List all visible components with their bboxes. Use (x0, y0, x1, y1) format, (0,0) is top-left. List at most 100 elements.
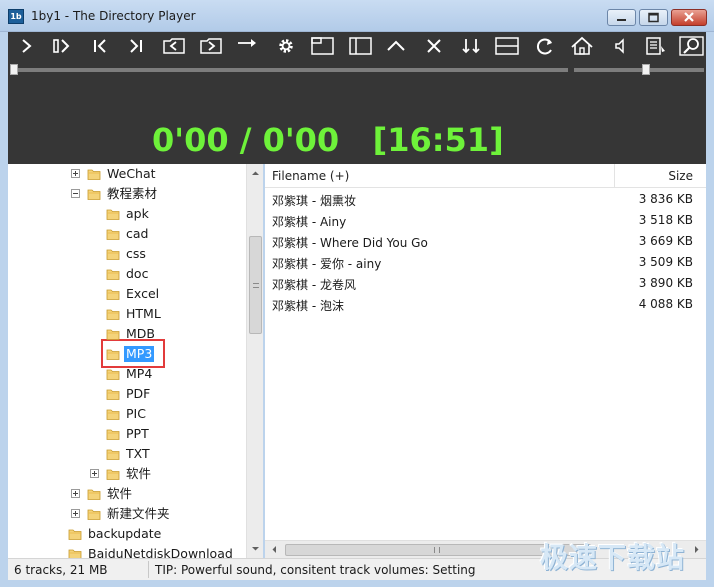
table-row[interactable]: 邓紫棋 - Ainy 3 518 KB (265, 210, 706, 231)
column-divider[interactable] (614, 164, 615, 188)
tree-item[interactable]: css (8, 244, 246, 264)
tree-item-label: cad (126, 226, 149, 241)
skip-next-button[interactable] (122, 33, 150, 59)
folder-icon (87, 167, 101, 181)
tree-item[interactable]: MP4 (8, 364, 246, 384)
volume-bar[interactable] (574, 68, 704, 72)
tree-item[interactable]: 新建文件夹 (8, 504, 246, 524)
folder-back-button[interactable] (160, 33, 188, 59)
table-row[interactable]: 邓紫棋 - 泡沫 4 088 KB (265, 294, 706, 315)
tree-item-label: apk (126, 206, 149, 221)
maximize-button[interactable] (639, 9, 668, 26)
folder-icon (106, 387, 120, 401)
play-button[interactable] (12, 33, 40, 59)
table-row[interactable]: 邓紫琪 - 烟熏妆 3 836 KB (265, 189, 706, 210)
folder-icon (106, 367, 120, 381)
tree-item[interactable]: backupdate (8, 524, 246, 544)
settings-button[interactable] (272, 33, 300, 59)
folder-icon (106, 467, 120, 481)
collapse-icon[interactable] (71, 189, 80, 198)
folder-forward-icon (200, 38, 222, 54)
folder-icon (68, 547, 82, 558)
tree-item-label: Excel (126, 286, 160, 301)
tree-item-label: PIC (126, 406, 146, 421)
scroll-up-arrow-icon[interactable] (251, 169, 260, 178)
tree-item-label: 软件 (126, 466, 152, 481)
jump-button[interactable] (234, 33, 262, 59)
folder-icon (106, 327, 120, 341)
tree-item-label: 新建文件夹 (107, 506, 170, 521)
tree-vertical-scrollbar[interactable] (246, 164, 263, 558)
close-x-icon (427, 39, 441, 53)
tree-item[interactable]: apk (8, 204, 246, 224)
split-view-icon (495, 37, 519, 55)
home-button[interactable] (568, 33, 596, 59)
folder-tree[interactable]: WeChat 教程素材 apk cad css doc Excel HTML MDB MP3 MP4… (8, 164, 263, 558)
file-list[interactable]: Filename (+) Size 邓紫琪 - 烟熏妆 3 836 KB 邓紫棋 -… (265, 164, 706, 558)
tree-item[interactable]: PIC (8, 404, 246, 424)
file-size: 4 088 KB (638, 297, 693, 311)
column-header-size[interactable]: Size (668, 169, 693, 183)
search-button[interactable] (678, 33, 706, 59)
volume-button[interactable] (606, 33, 634, 59)
expand-icon[interactable] (71, 169, 80, 178)
volume-slider-handle[interactable] (641, 64, 650, 75)
scroll-down-arrow-icon[interactable] (251, 544, 260, 553)
table-row[interactable]: 邓紫棋 - 爱你 - ainy 3 509 KB (265, 252, 706, 273)
refresh-button[interactable] (531, 33, 559, 59)
remove-button[interactable] (420, 33, 448, 59)
table-row[interactable]: 邓紫棋 - 龙卷风 3 890 KB (265, 273, 706, 294)
tree-item[interactable]: HTML (8, 304, 246, 324)
folder-forward-button[interactable] (197, 33, 225, 59)
expand-icon[interactable] (71, 509, 80, 518)
file-name: 邓紫棋 - 龙卷风 (272, 278, 356, 292)
scrollbar-thumb[interactable] (249, 236, 262, 334)
folder-icon (106, 287, 120, 301)
minimize-button[interactable] (607, 9, 636, 26)
previous-button[interactable] (86, 33, 114, 59)
tree-item[interactable]: 教程素材 (8, 184, 246, 204)
tree-item[interactable]: MDB (8, 324, 246, 344)
sort-button[interactable] (457, 33, 485, 59)
expand-icon[interactable] (71, 489, 80, 498)
tree-item-label: backupdate (88, 526, 162, 541)
folder-icon (106, 307, 120, 321)
seek-slider-handle[interactable] (10, 64, 18, 75)
file-size: 3 836 KB (638, 192, 693, 206)
tree-item[interactable]: BaiduNetdiskDownload (8, 544, 246, 558)
file-size: 3 890 KB (638, 276, 693, 290)
track-summary: 6 tracks, 21 MB (14, 563, 108, 577)
sidebar-toggle-button[interactable] (346, 33, 374, 59)
minimize-icon (617, 19, 626, 21)
tree-item[interactable]: 软件 (8, 484, 246, 504)
table-row[interactable]: 邓紫棋 - Where Did You Go 3 669 KB (265, 231, 706, 252)
tree-item[interactable]: PDF (8, 384, 246, 404)
split-view-button[interactable] (493, 33, 521, 59)
tree-item[interactable]: doc (8, 264, 246, 284)
player-panel: 0'00 / 0'00 [16:51] (8, 32, 706, 164)
column-header-filename[interactable]: Filename (+) (272, 169, 349, 183)
file-name: 邓紫琪 - 烟熏妆 (272, 194, 356, 208)
expand-icon[interactable] (90, 469, 99, 478)
scroll-left-arrow-icon[interactable] (270, 545, 279, 554)
file-name: 邓紫棋 - Ainy (272, 215, 347, 229)
folder-icon (87, 507, 101, 521)
tree-item[interactable]: TXT (8, 444, 246, 464)
tree-item[interactable]: MP3 (8, 344, 246, 364)
collapse-up-button[interactable] (382, 33, 410, 59)
tree-item[interactable]: 软件 (8, 464, 246, 484)
tree-item[interactable]: PPT (8, 424, 246, 444)
tree-item-label: HTML (126, 306, 161, 321)
close-window-button[interactable] (671, 9, 707, 26)
file-name: 邓紫棋 - 泡沫 (272, 299, 344, 313)
folder-icon (68, 527, 82, 541)
window-layout-button[interactable] (308, 33, 336, 59)
tree-item[interactable]: cad (8, 224, 246, 244)
seek-bar[interactable] (14, 68, 568, 72)
tree-item[interactable]: Excel (8, 284, 246, 304)
tree-item[interactable]: WeChat (8, 164, 246, 184)
playlist-button[interactable] (642, 33, 670, 59)
layout-window-icon (311, 37, 334, 55)
scroll-right-arrow-icon[interactable] (692, 545, 701, 554)
next-track-button[interactable] (48, 33, 76, 59)
